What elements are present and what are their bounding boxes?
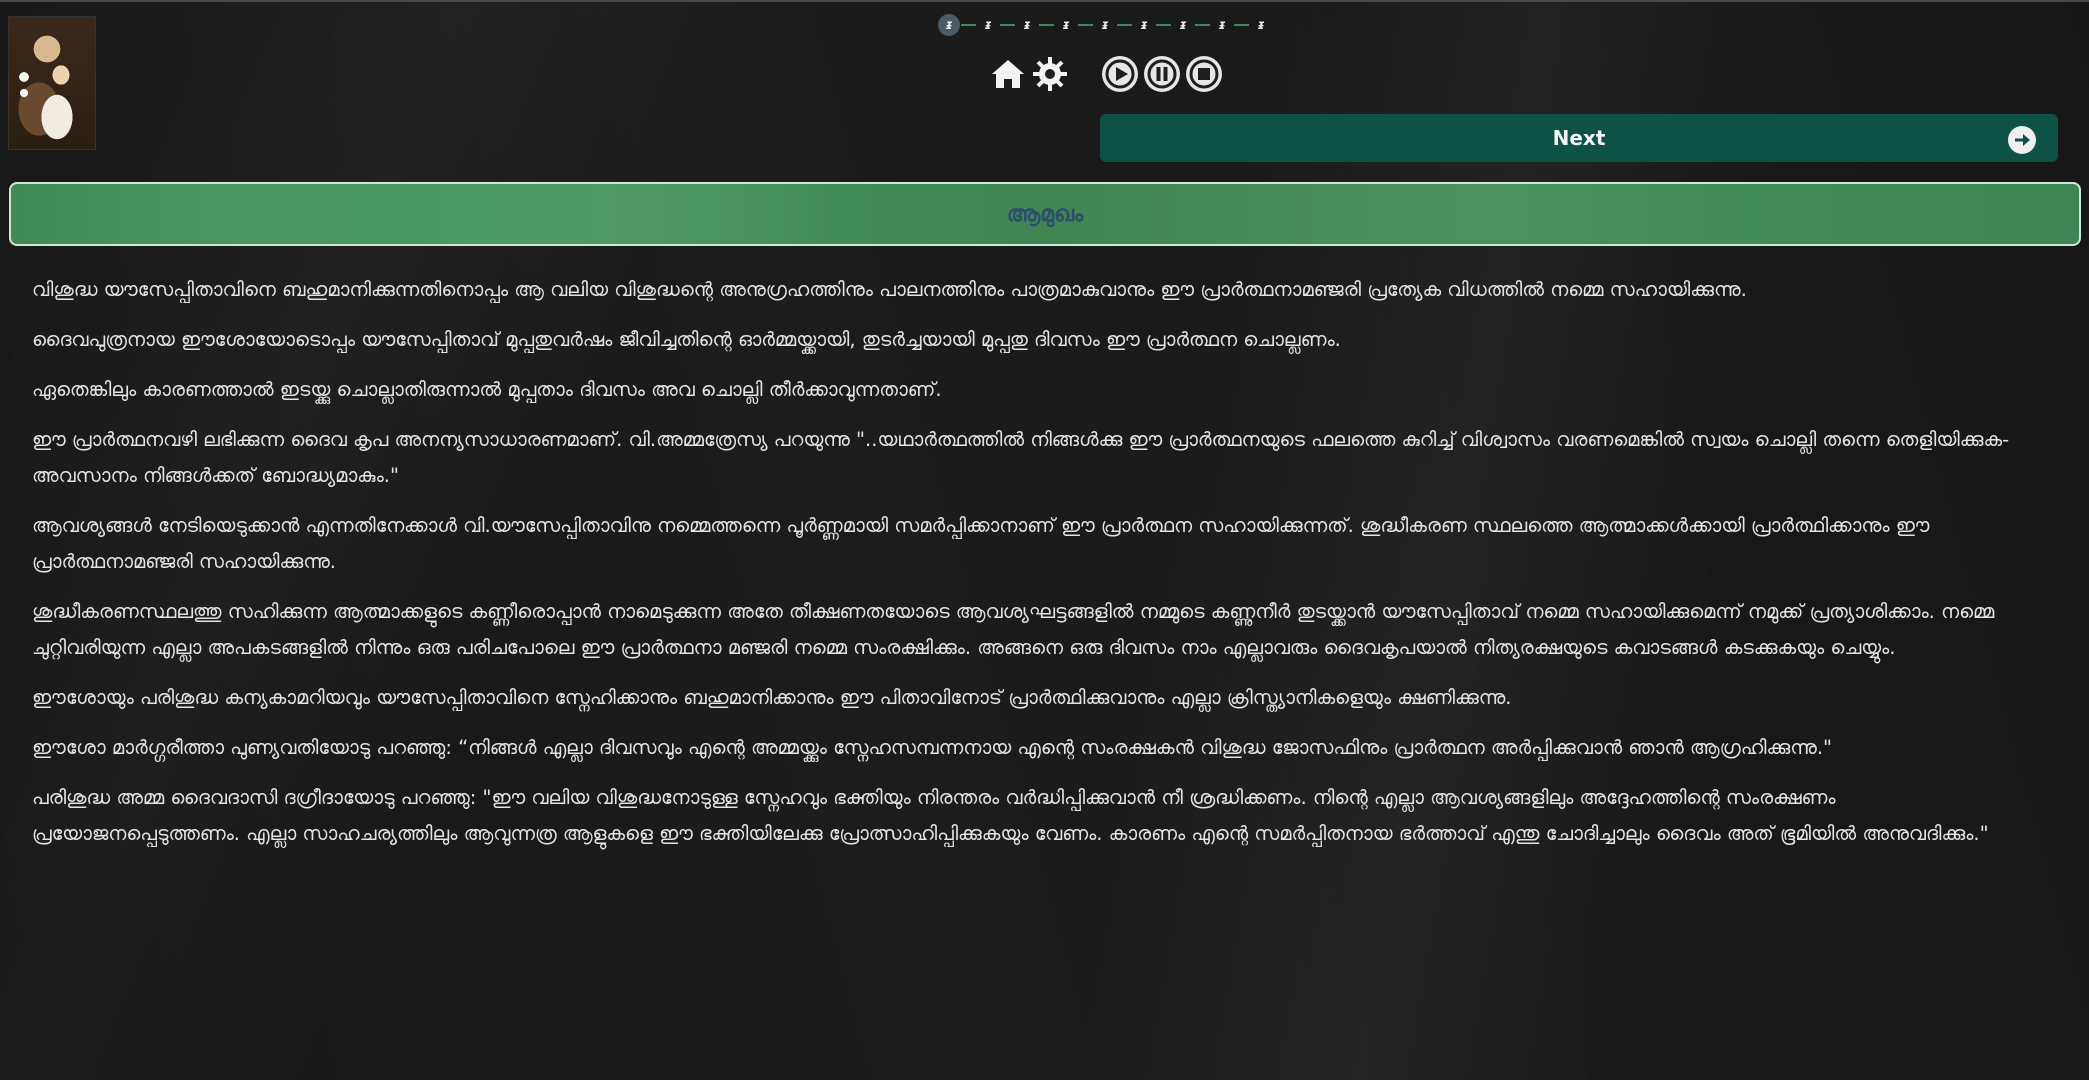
page-dot-4[interactable]: ᵻ	[1055, 14, 1077, 36]
settings-gear-icon[interactable]	[1032, 56, 1068, 92]
content-body: വിശുദ്ധ യൗസേപ്പിതാവിനെ ബഹുമാനിക്കുന്നതിന…	[32, 272, 2042, 866]
page-connector	[961, 24, 976, 26]
page-connector	[1078, 24, 1093, 26]
page-dot-2[interactable]: ᵻ	[977, 14, 999, 36]
page-connector	[1039, 24, 1054, 26]
paragraph: ആവശ്യങ്ങൾ നേടിയെടുക്കാൻ എന്നതിനേക്കാൾ വി…	[32, 514, 1930, 573]
paragraph: ഈശോയും പരിശുദ്ധ കന്യകാമറിയവും യൗസേപ്പിതാ…	[32, 686, 1512, 709]
page-dot-7[interactable]: ᵻ	[1172, 14, 1194, 36]
saint-joseph-image	[8, 16, 96, 150]
paragraph: ഏതെങ്കിലും കാരണത്താൽ ഇടയ്ക്കു ചൊല്ലാതിരു…	[32, 378, 942, 401]
next-button-label: Next	[1552, 126, 1606, 150]
page-dot-6[interactable]: ᵻ	[1133, 14, 1155, 36]
page-connector	[1156, 24, 1171, 26]
page-connector	[1195, 24, 1210, 26]
paragraph: ശുദ്ധീകരണസ്ഥലത്തു സഹിക്കുന്ന ആത്മാക്കളുട…	[32, 600, 1995, 659]
paragraph: ഈശോ മാർഗ്ഗരീത്താ പുണ്യവതിയോടു പറഞ്ഞു: “ന…	[32, 736, 1833, 759]
home-icon[interactable]	[990, 58, 1026, 90]
paragraph: ദൈവപുത്രനായ ഈശോയോടൊപ്പം യൗസേപ്പിതാവ് മുപ…	[32, 328, 1341, 351]
section-header: ആമുഖം	[9, 182, 2081, 246]
section-title: ആമുഖം	[1006, 201, 1084, 227]
arrow-right-circle-icon	[2008, 126, 2036, 154]
paragraph: പരിശുദ്ധ അമ്മ ദൈവദാസി ദഗ്രീദായോടു പറഞ്ഞു…	[32, 786, 1989, 845]
top-divider	[0, 0, 2089, 2]
page-connector	[1117, 24, 1132, 26]
play-icon[interactable]	[1102, 56, 1138, 92]
page-dot-3[interactable]: ᵻ	[1016, 14, 1038, 36]
page-dot-1[interactable]: ᵻ	[938, 14, 960, 36]
stop-icon[interactable]	[1186, 56, 1222, 92]
page-connector	[1000, 24, 1015, 26]
next-button[interactable]: Next	[1100, 114, 2058, 162]
page-indicator: ᵻ ᵻ ᵻ ᵻ ᵻ ᵻ ᵻ ᵻ ᵻ	[938, 12, 1272, 38]
page-connector	[1234, 24, 1249, 26]
lily-decoration	[17, 69, 31, 109]
toolbar	[990, 56, 1228, 92]
page-dot-5[interactable]: ᵻ	[1094, 14, 1116, 36]
paragraph: വിശുദ്ധ യൗസേപ്പിതാവിനെ ബഹുമാനിക്കുന്നതിന…	[32, 278, 1747, 301]
paragraph: ഈ പ്രാർത്ഥനവഴി ലഭിക്കുന്ന ദൈവ കൃപ അനന്യസ…	[32, 428, 2010, 487]
page-dot-9[interactable]: ᵻ	[1250, 14, 1272, 36]
pause-icon[interactable]	[1144, 56, 1180, 92]
page-dot-8[interactable]: ᵻ	[1211, 14, 1233, 36]
